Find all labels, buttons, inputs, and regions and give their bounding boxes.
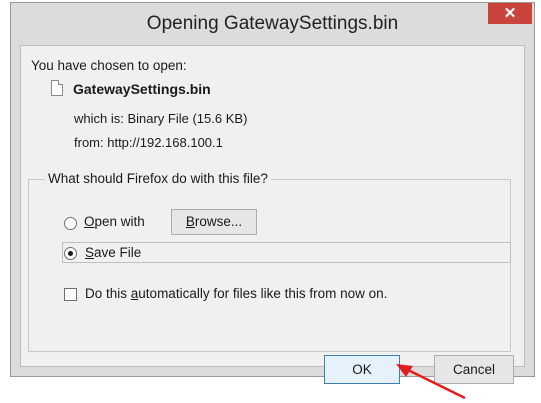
annotation-arrow-icon bbox=[396, 364, 466, 400]
arrow-shaft bbox=[405, 367, 466, 400]
